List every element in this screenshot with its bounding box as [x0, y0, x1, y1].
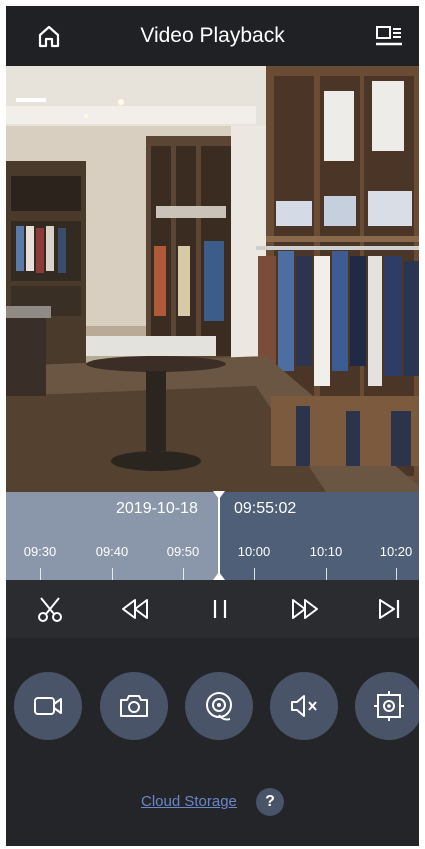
help-button[interactable]: ?	[256, 788, 284, 816]
record-video-button[interactable]	[14, 672, 82, 740]
tick-label: 10:10	[309, 544, 343, 559]
record-video-icon	[34, 697, 62, 715]
camera-switch-icon[interactable]	[373, 22, 405, 50]
playback-timeline[interactable]: 2019-10-18 09:55:02 09:30 09:40 09:50 10…	[6, 491, 419, 580]
tick-label: 09:50	[166, 544, 200, 559]
cursor-bottom-marker	[213, 572, 225, 580]
video-frame[interactable]	[6, 66, 419, 492]
tick-label: 09:40	[95, 544, 129, 559]
rewind-icon[interactable]	[119, 593, 151, 625]
cloud-storage-link[interactable]: Cloud Storage	[141, 793, 237, 810]
phone-screen: Video Playback 2019-10-18 09:55:02 09:30…	[6, 6, 419, 846]
capture-frame-button[interactable]	[355, 672, 419, 740]
timeline-cursor[interactable]	[218, 492, 220, 580]
tick-label: 09:30	[23, 544, 57, 559]
home-icon[interactable]	[34, 21, 64, 51]
playback-controls	[6, 580, 419, 638]
timeline-time: 09:55:02	[234, 500, 297, 517]
mute-icon	[291, 695, 317, 717]
playback-target-button[interactable]	[185, 672, 253, 740]
playback-target-icon	[206, 692, 232, 721]
store-scene	[6, 66, 419, 492]
tick-label: 10:20	[379, 544, 413, 559]
snapshot-camera-icon	[120, 695, 148, 717]
capture-frame-icon	[374, 691, 404, 721]
snapshot-button[interactable]	[100, 672, 168, 740]
cursor-top-marker	[213, 491, 225, 499]
page-title: Video Playback	[140, 24, 285, 47]
fast-forward-icon[interactable]	[289, 593, 321, 625]
action-panel: Cloud Storage ?	[6, 638, 419, 846]
tick-mark	[112, 568, 113, 580]
pause-icon[interactable]	[204, 593, 236, 625]
tick-mark	[183, 568, 184, 580]
mute-button[interactable]	[270, 672, 338, 740]
header-bar: Video Playback	[6, 6, 419, 66]
tick-label: 10:00	[237, 544, 271, 559]
clip-scissors-icon[interactable]	[34, 593, 66, 625]
tick-mark	[326, 568, 327, 580]
timeline-date: 2019-10-18	[116, 500, 198, 517]
cloud-storage-row: Cloud Storage ?	[6, 786, 419, 816]
next-icon[interactable]	[373, 593, 405, 625]
tick-mark	[40, 568, 41, 580]
tick-mark	[396, 568, 397, 580]
tick-mark	[254, 568, 255, 580]
